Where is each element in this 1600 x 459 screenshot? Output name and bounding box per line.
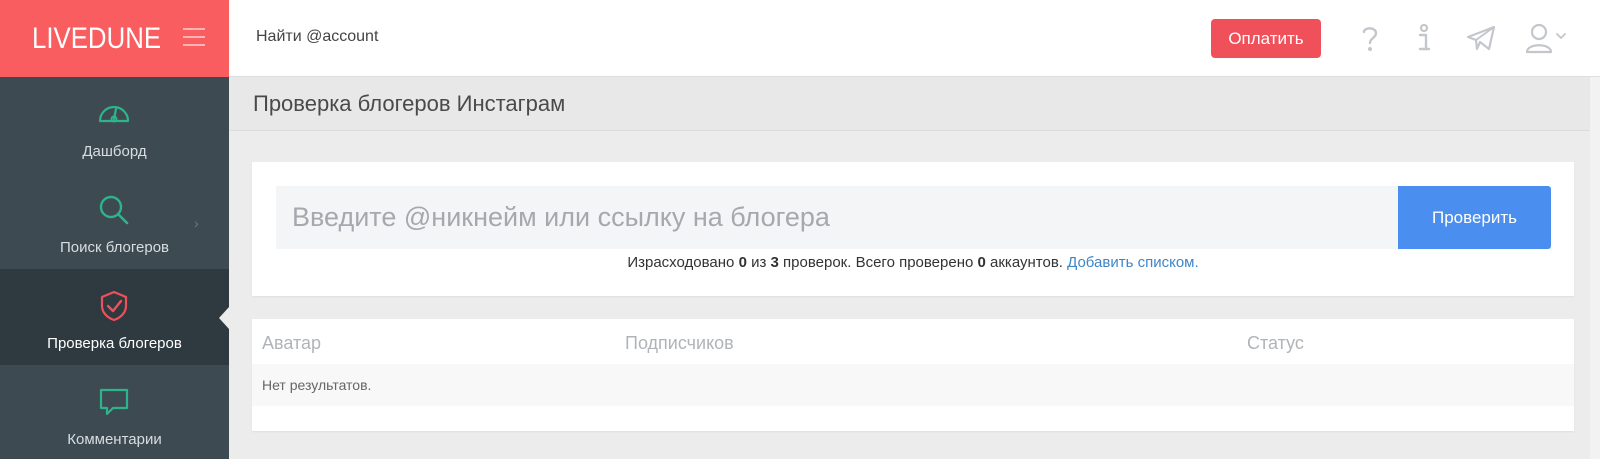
add-list-link[interactable]: Добавить списком. <box>1067 254 1199 271</box>
usage-checked-count: 0 <box>977 254 986 271</box>
usage-prefix: Израсходовано <box>627 254 735 271</box>
telegram-icon[interactable] <box>1465 22 1497 54</box>
comment-icon <box>99 388 129 416</box>
sidebar-item-label: Дашборд <box>82 143 147 160</box>
speedometer-icon <box>98 105 130 123</box>
shield-check-icon <box>100 290 128 322</box>
usage-used-count: 0 <box>738 254 747 271</box>
check-card: Проверить Израсходовано 0 из 3 проверок.… <box>252 162 1574 296</box>
sidebar-item-label: Комментарии <box>67 431 162 448</box>
column-header-followers[interactable]: Подписчиков <box>625 333 734 354</box>
table-row: Нет результатов. <box>252 364 1574 406</box>
sidebar-item-dashboard[interactable]: Дашборд <box>0 77 229 173</box>
user-menu-icon[interactable] <box>1525 22 1569 54</box>
page-title: Проверка блогеров Инстаграм <box>253 91 566 116</box>
question-icon[interactable] <box>1354 22 1386 54</box>
sidebar-item-label: Проверка блогеров <box>47 335 182 352</box>
column-header-avatar[interactable]: Аватар <box>262 333 321 354</box>
usage-of: из <box>751 254 767 271</box>
brand-header: LIVEDUNE <box>0 0 229 77</box>
results-table: Аватар Подписчиков Статус Нет результато… <box>252 319 1574 431</box>
sidebar-item-label: Поиск блогеров <box>59 239 170 256</box>
sidebar-item-search-bloggers[interactable]: Поиск блогеров › <box>0 173 229 269</box>
hamburger-menu-icon[interactable] <box>183 28 205 46</box>
column-header-status[interactable]: Статус <box>1247 333 1304 354</box>
empty-results-text: Нет результатов. <box>262 377 372 393</box>
check-button[interactable]: Проверить <box>1398 186 1551 249</box>
blogger-search-input[interactable] <box>276 186 1399 249</box>
pay-button[interactable]: Оплатить <box>1211 19 1321 58</box>
sidebar: LIVEDUNE Дашборд Поиск блогеров › Провер… <box>0 0 229 459</box>
usage-total-count: 3 <box>770 254 779 271</box>
sidebar-item-check-bloggers[interactable]: Проверка блогеров <box>0 269 229 365</box>
chevron-right-icon: › <box>194 215 199 231</box>
page-header: Проверка блогеров Инстаграм <box>229 77 1600 131</box>
livedune-logo[interactable]: LIVEDUNE <box>32 22 161 56</box>
search-icon <box>99 195 129 225</box>
usage-mid: проверок. Всего проверено <box>783 254 974 271</box>
account-search-field[interactable]: Найти @account <box>256 28 378 46</box>
usage-suffix: аккаунтов. <box>990 254 1063 271</box>
usage-info: Израсходовано 0 из 3 проверок. Всего про… <box>252 254 1574 271</box>
topbar: Найти @account Оплатить <box>229 0 1600 77</box>
sidebar-item-comments[interactable]: Комментарии <box>0 365 229 459</box>
info-icon[interactable] <box>1408 22 1440 54</box>
scrollbar[interactable] <box>1590 77 1600 459</box>
